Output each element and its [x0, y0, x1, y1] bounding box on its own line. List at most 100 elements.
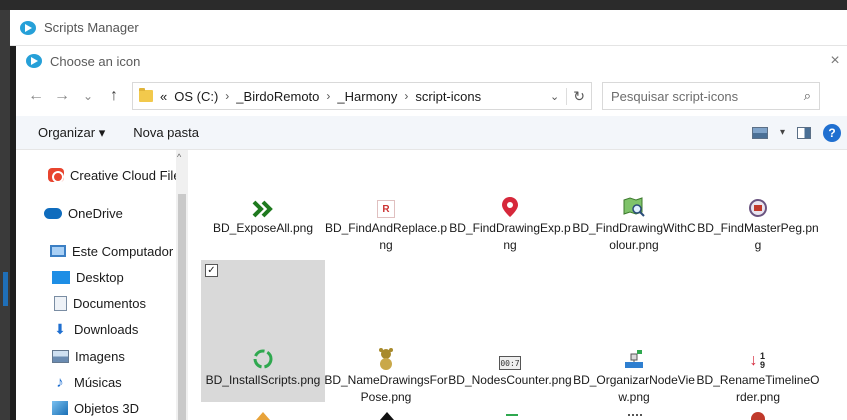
command-toolbar: Organizar ▾ Nova pasta ▾ ? [16, 116, 847, 150]
sidebar-item-documentos[interactable]: Documentos [54, 290, 146, 316]
selection-checkbox[interactable]: ✓ [205, 264, 218, 277]
harmony-app-icon [20, 20, 36, 36]
downloads-icon: ⬇ [54, 320, 66, 337]
file-name: BD_FindMasterPeg.png [697, 221, 819, 252]
breadcrumb-separator-icon[interactable]: › [225, 89, 229, 103]
double-chevron-icon [201, 190, 325, 218]
partial-file-icon [628, 414, 642, 420]
dialog-content: Creative Cloud Files OneDrive Este Compu… [16, 150, 847, 420]
sidebar-item-creative-cloud[interactable]: Creative Cloud Files [48, 162, 176, 188]
file-item-expose-all[interactable]: BD_ExposeAll.png [201, 190, 325, 237]
sidebar-item-objetos-3d[interactable]: Objetos 3D [52, 395, 139, 420]
music-icon: ♪ [56, 373, 64, 391]
address-bar[interactable]: « OS (C:) › _BirdoRemoto › _Harmony › sc… [132, 82, 592, 110]
address-dropdown-chevron-icon[interactable]: ⌄ [550, 90, 559, 103]
file-item-rename-timeline-order[interactable]: ↓ 1 9 BD_RenameTimelineOrder.png [696, 342, 820, 406]
computer-icon [50, 245, 66, 257]
navigation-pane: Creative Cloud Files OneDrive Este Compu… [16, 150, 176, 420]
sidebar-item-label: Objetos 3D [74, 400, 140, 416]
creative-cloud-icon [48, 168, 64, 183]
sidebar-item-downloads[interactable]: ⬇ Downloads [52, 316, 138, 342]
file-name: BD_FindAndReplace.png [324, 221, 448, 252]
sidebar-item-label: Músicas [74, 374, 122, 390]
sort-numbers-icon: ↓ 1 9 [749, 351, 766, 370]
breadcrumb-separator-icon[interactable]: › [326, 89, 330, 103]
recent-locations-chevron-icon[interactable]: ⌄ [80, 89, 96, 103]
file-item-find-drawing-exp[interactable]: BD_FindDrawingExp.png [448, 190, 572, 254]
sidebar-item-onedrive[interactable]: OneDrive [44, 200, 123, 226]
counter-icon: 00:7 [448, 342, 572, 370]
screen-top-edge [0, 0, 847, 10]
sidebar-item-imagens[interactable]: Imagens [52, 343, 125, 369]
letter-r-icon: R [324, 190, 448, 218]
file-name: BD_FindDrawingWithColour.png [572, 221, 696, 252]
sidebar-item-desktop[interactable]: Desktop [52, 264, 124, 290]
choose-icon-dialog: Choose an icon × ← → ⌄ ↑ « OS (C:) › _Bi… [16, 46, 847, 420]
breadcrumb-overflow[interactable]: « [160, 89, 167, 104]
sidebar-item-este-computador[interactable]: Este Computador [50, 238, 173, 264]
search-box[interactable]: Pesquisar script-icons ⌕ [602, 82, 820, 110]
file-item-find-drawing-with-colour[interactable]: BD_FindDrawingWithColour.png [572, 190, 696, 254]
objects-3d-icon [52, 401, 68, 415]
dialog-title: Choose an icon [50, 53, 141, 69]
screen-left-edge [0, 10, 10, 420]
search-input[interactable]: Pesquisar script-icons [611, 89, 804, 104]
view-options-dropdown-icon[interactable]: ▾ [780, 127, 785, 138]
sidebar-item-musicas[interactable]: ♪ Músicas [52, 369, 122, 395]
new-folder-button[interactable]: Nova pasta [133, 125, 199, 140]
refresh-icon[interactable]: ↻ [566, 87, 585, 105]
back-arrow-icon[interactable]: ← [28, 87, 44, 105]
breadcrumb-birdoremoto[interactable]: _BirdoRemoto [236, 89, 319, 104]
file-name: BD_NodesCounter.png [448, 373, 572, 387]
background-accent [3, 272, 8, 306]
sidebar-item-label: Documentos [73, 295, 146, 311]
scroll-up-icon[interactable]: ^ [177, 152, 181, 162]
refresh-circle-icon [201, 342, 325, 370]
file-item-find-and-replace[interactable]: R BD_FindAndReplace.png [324, 190, 448, 254]
sidebar-item-label: Este Computador [72, 243, 174, 259]
file-name: BD_InstallScripts.png [205, 373, 321, 387]
magnifier-peg-icon [696, 190, 820, 218]
file-name: BD_OrganizarNodeView.png [573, 373, 695, 404]
up-arrow-icon[interactable]: ↑ [106, 87, 122, 105]
file-name: BD_NameDrawingsForPose.png [324, 373, 448, 404]
navigation-pane-scrollbar[interactable]: ^ [176, 150, 188, 420]
partial-file-icon [751, 412, 765, 420]
sidebar-item-label: Creative Cloud Files [70, 167, 176, 183]
search-icon[interactable]: ⌕ [804, 88, 811, 104]
sidebar-item-label: Desktop [76, 269, 124, 285]
partial-file-icon [380, 412, 394, 420]
organize-menu-button[interactable]: Organizar ▾ [38, 125, 105, 141]
sidebar-item-label: OneDrive [68, 205, 123, 221]
scrollbar-thumb[interactable] [178, 194, 186, 420]
sidebar-item-label: Imagens [75, 348, 125, 364]
change-view-icon[interactable] [751, 126, 768, 139]
file-item-nodes-counter[interactable]: 00:7 BD_NodesCounter.png [448, 342, 572, 389]
dialog-title-bar: Choose an icon × [16, 46, 847, 76]
breadcrumb-harmony[interactable]: _Harmony [337, 89, 397, 104]
pictures-icon [52, 349, 69, 363]
desktop-icon [52, 270, 70, 284]
bear-icon [324, 342, 448, 370]
scripts-manager-title-bar: Scripts Manager [10, 10, 847, 46]
preview-pane-icon[interactable] [797, 126, 811, 139]
breadcrumb-separator-icon[interactable]: › [404, 89, 408, 103]
breadcrumb-script-icons[interactable]: script-icons [415, 89, 481, 104]
forward-arrow-icon[interactable]: → [54, 87, 70, 105]
partial-file-icon [256, 412, 270, 420]
file-item-name-drawings-for-pose[interactable]: BD_NameDrawingsForPose.png [324, 342, 448, 406]
map-pin-icon [448, 190, 572, 218]
window-title: Scripts Manager [44, 20, 139, 35]
file-name: BD_ExposeAll.png [212, 221, 314, 235]
file-item-install-scripts[interactable]: ✓ BD_InstallScripts.png [201, 260, 325, 402]
harmony-app-icon [26, 53, 42, 69]
file-item-organizar-node-view[interactable]: BD_OrganizarNodeView.png [572, 342, 696, 406]
nodes-icon [572, 342, 696, 370]
file-name: BD_FindDrawingExp.png [449, 221, 571, 252]
documents-icon [54, 295, 67, 311]
help-icon[interactable]: ? [823, 123, 841, 142]
close-icon[interactable]: × [825, 52, 845, 70]
breadcrumb-os-drive[interactable]: OS (C:) [174, 89, 218, 104]
file-name: BD_RenameTimelineOrder.png [696, 373, 820, 404]
file-item-find-master-peg[interactable]: BD_FindMasterPeg.png [696, 190, 820, 254]
